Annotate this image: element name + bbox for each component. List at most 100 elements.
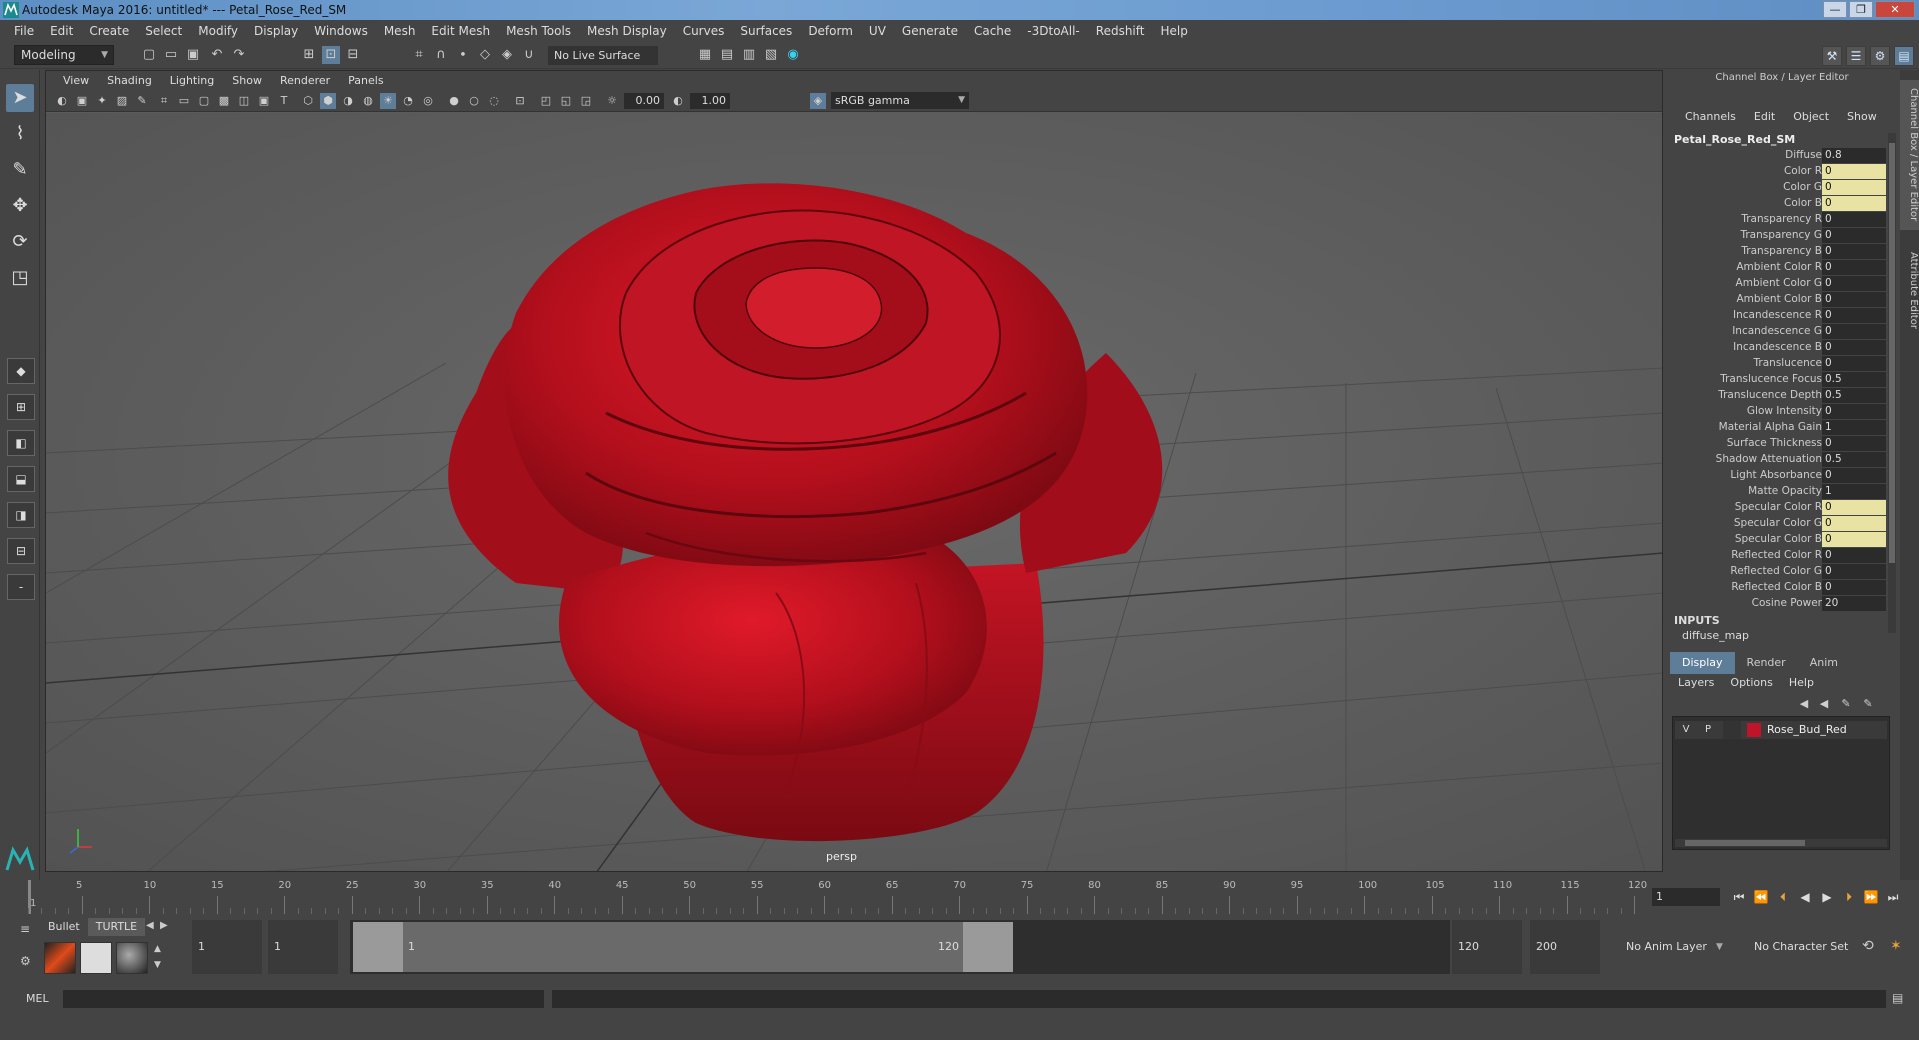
snap-view-icon[interactable]: ◇ (476, 46, 494, 64)
render-settings-icon[interactable]: ▧ (762, 46, 780, 64)
shelf-scroll-up-icon[interactable]: ▲ (154, 944, 161, 954)
viewport-panel[interactable]: View Shading Lighting Show Renderer Panels ◐ … (45, 70, 1663, 872)
layer-menu-options[interactable]: Options (1722, 676, 1780, 689)
layer-color-swatch[interactable] (1747, 723, 1761, 737)
shelf-tab-scroll-left-icon[interactable]: ◀ (146, 920, 154, 931)
layer-menu-help[interactable]: Help (1781, 676, 1822, 689)
tab-attribute-editor[interactable]: Attribute Editor (1900, 240, 1919, 340)
channel-value-field[interactable]: 20 (1822, 596, 1886, 611)
channel-row[interactable]: Material Alpha Gain 1 (1666, 420, 1886, 436)
channel-label[interactable]: Transparency G (1740, 229, 1822, 241)
channel-value-field[interactable]: 0 (1822, 260, 1886, 275)
menu-surfaces[interactable]: Surfaces (732, 24, 800, 38)
channel-label[interactable]: Matte Opacity (1748, 485, 1822, 497)
single-perspective-layout-icon[interactable]: ◆ (7, 358, 35, 384)
render-view-icon[interactable]: ▦ (696, 46, 714, 64)
channel-value-field[interactable]: 0 (1822, 324, 1886, 339)
channel-label[interactable]: Transparency R (1741, 213, 1822, 225)
channel-value-field[interactable]: 0 (1822, 580, 1886, 595)
menu-deform[interactable]: Deform (800, 24, 861, 38)
layer-row[interactable]: V P Rose_Bud_Red (1675, 721, 1887, 739)
select-hierarchy-icon[interactable]: ⊞ (300, 46, 318, 64)
layer-playback-toggle[interactable]: P (1699, 721, 1717, 739)
menu-display[interactable]: Display (246, 24, 306, 38)
new-scene-icon[interactable]: ▢ (140, 46, 158, 64)
character-set-dropdown[interactable]: No Character Set (1748, 920, 1858, 974)
new-layer-selected-icon[interactable]: ✎ (1860, 696, 1876, 712)
play-backward-icon[interactable]: ◀ (1796, 888, 1814, 906)
channel-value-field[interactable]: 0 (1822, 212, 1886, 227)
persp-hypershade-layout-icon[interactable]: ◨ (7, 502, 35, 528)
menu-generate[interactable]: Generate (894, 24, 966, 38)
script-language-toggle[interactable]: MEL (26, 992, 49, 1005)
channel-value-field[interactable]: 0 (1822, 180, 1886, 195)
channel-row[interactable]: Glow Intensity 0 (1666, 404, 1886, 420)
selected-object-name[interactable]: Petal_Rose_Red_SM (1674, 133, 1795, 146)
modeling-toolkit-icon[interactable]: ⚒ (1822, 46, 1842, 66)
grease-pencil-icon[interactable]: ✎ (134, 93, 150, 109)
channel-label[interactable]: Ambient Color R (1736, 261, 1822, 273)
channel-label[interactable]: Specular Color G (1734, 517, 1822, 529)
viewport-scene[interactable] (46, 113, 1663, 872)
channel-row[interactable]: Transparency B0 (1666, 244, 1886, 260)
tab-anim[interactable]: Anim (1798, 652, 1850, 674)
anti-aliasing-icon[interactable]: ○ (466, 93, 482, 109)
smooth-shade-icon[interactable]: ⬢ (320, 93, 336, 109)
new-empty-layer-icon[interactable]: ✎ (1838, 696, 1854, 712)
channel-box-menu-channels[interactable]: Channels (1676, 110, 1745, 130)
channel-value-field[interactable]: 0 (1822, 244, 1886, 259)
field-chart-icon[interactable]: ◫ (236, 93, 252, 109)
channel-value-field[interactable]: 0 (1822, 436, 1886, 451)
shelf-tab-bullet[interactable]: Bullet (40, 918, 88, 936)
channel-label[interactable]: Surface Thickness (1727, 437, 1822, 449)
channel-row[interactable]: Color B0 (1666, 196, 1886, 212)
viewport-menu-view[interactable]: View (54, 74, 98, 87)
xray-icon[interactable]: ◰ (538, 93, 554, 109)
channel-label[interactable]: Specular Color R (1735, 501, 1822, 513)
channel-label[interactable]: Incandescence G (1732, 325, 1822, 337)
shelf-scroll-down-icon[interactable]: ▼ (154, 960, 161, 970)
select-camera-icon[interactable]: ◐ (54, 93, 70, 109)
resolution-gate-icon[interactable]: ▢ (196, 93, 212, 109)
channel-value-field[interactable]: 0.8 (1822, 148, 1886, 163)
minimize-button[interactable]: — (1823, 1, 1847, 18)
menu-set-dropdown[interactable]: Modeling ▼ (14, 45, 114, 65)
channel-label[interactable]: Translucence Depth (1718, 389, 1822, 401)
command-input[interactable] (63, 990, 544, 1008)
gate-mask-icon[interactable]: ▩ (216, 93, 232, 109)
range-end-handle[interactable] (963, 922, 1013, 972)
channel-label[interactable]: Reflected Color B (1731, 581, 1822, 593)
persp-outliner-layout-icon[interactable]: ◧ (7, 430, 35, 456)
channel-box-menu-object[interactable]: Object (1784, 110, 1838, 130)
channel-label[interactable]: Color B (1784, 197, 1822, 209)
channel-row[interactable]: Reflected Color G0 (1666, 564, 1886, 580)
menu-create[interactable]: Create (81, 24, 137, 38)
menu-modify[interactable]: Modify (190, 24, 246, 38)
channel-row[interactable]: Specular Color R0 (1666, 500, 1886, 516)
channel-label[interactable]: Glow Intensity (1747, 405, 1822, 417)
tab-channel-box-layer-editor[interactable]: Channel Box / Layer Editor (1900, 80, 1919, 230)
playback-start-field[interactable]: 1 (268, 920, 338, 974)
channel-row[interactable]: Transparency R0 (1666, 212, 1886, 228)
tab-display[interactable]: Display (1670, 652, 1735, 674)
select-object-icon[interactable]: ⊡ (322, 46, 340, 64)
channel-label[interactable]: Translucence Focus (1720, 373, 1822, 385)
channel-row[interactable]: Incandescence B0 (1666, 340, 1886, 356)
wireframe-icon[interactable]: ⬡ (300, 93, 316, 109)
menu-mesh-tools[interactable]: Mesh Tools (498, 24, 579, 38)
bookmark-icon[interactable]: ✦ (94, 93, 110, 109)
tab-render[interactable]: Render (1735, 652, 1798, 674)
lasso-tool-icon[interactable]: ⌇ (6, 120, 34, 148)
render-frame-icon[interactable]: ▤ (718, 46, 736, 64)
channel-label[interactable]: Reflected Color R (1731, 549, 1822, 561)
wireframe-on-shaded-icon[interactable]: ◑ (340, 93, 356, 109)
channel-row[interactable]: Cosine Power 20 (1666, 596, 1886, 612)
menu-uv[interactable]: UV (861, 24, 894, 38)
step-forward-key-icon[interactable]: ⏩ (1862, 888, 1880, 906)
gamma-field[interactable]: 1.00 (690, 93, 730, 109)
persp-uv-layout-icon[interactable]: ⊟ (7, 538, 35, 564)
menu-mesh[interactable]: Mesh (376, 24, 424, 38)
step-forward-frame-icon[interactable]: ⏵ (1840, 888, 1858, 906)
four-view-layout-icon[interactable]: ⊞ (7, 394, 35, 420)
scrollbar-thumb[interactable] (1889, 143, 1895, 563)
